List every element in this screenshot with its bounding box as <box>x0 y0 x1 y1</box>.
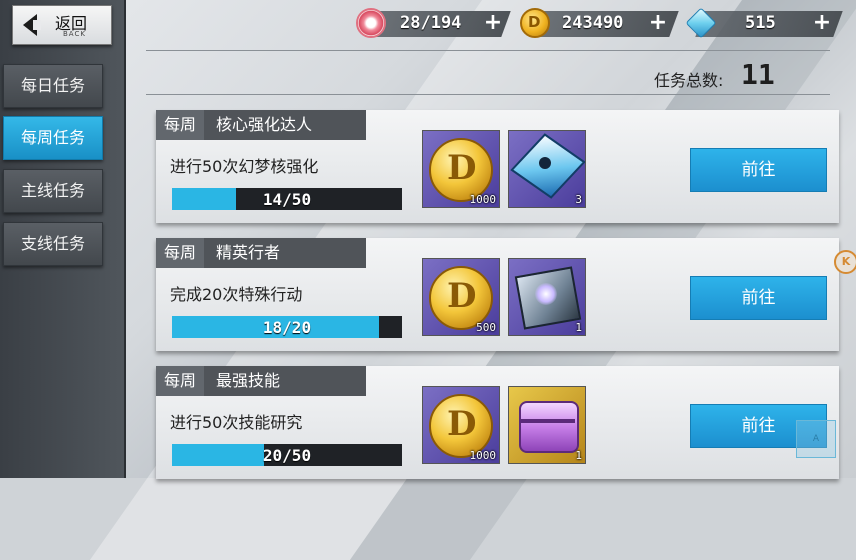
task-description: 进行50次幻梦核强化 <box>170 157 319 176</box>
ticket-add-button[interactable]: + <box>481 10 505 36</box>
coin-add-button[interactable]: + <box>646 10 670 36</box>
side-badge-button[interactable]: K <box>834 250 856 274</box>
task-progress-text: 18/20 <box>262 318 312 337</box>
task-tag-bar: 每周 精英行者 <box>156 238 366 268</box>
reward-count: 1 <box>575 449 582 462</box>
corner-button[interactable]: A <box>796 420 836 458</box>
divider-top <box>146 50 830 51</box>
reward-slot[interactable]: 3 <box>508 130 586 208</box>
task-total-value: 11 <box>741 58 775 91</box>
sidebar-item-weekly[interactable]: 每周任务 <box>3 116 103 160</box>
task-progress-text: 20/50 <box>262 446 312 465</box>
back-button[interactable]: 返回 BACK <box>12 5 112 45</box>
task-card: 每周 精英行者 完成20次特殊行动 18/20 D 500 1 前往 <box>156 238 839 351</box>
back-sub-label: BACK <box>63 30 86 38</box>
reward-slot[interactable]: 1 <box>508 258 586 336</box>
reward-count: 500 <box>476 321 496 334</box>
task-tag: 每周 <box>156 366 204 396</box>
reward-slot[interactable]: D 1000 <box>422 130 500 208</box>
task-card: 每周 最强技能 进行50次技能研究 20/50 D 1000 1 前往 <box>156 366 839 479</box>
divider-mid <box>146 94 830 95</box>
task-name: 最强技能 <box>216 371 281 390</box>
task-tag-bar: 每周 核心强化达人 <box>156 110 366 140</box>
reward-count: 1000 <box>469 193 497 206</box>
task-description: 进行50次技能研究 <box>170 413 303 432</box>
go-button[interactable]: 前往 <box>690 276 827 320</box>
task-progress-bar: 18/20 <box>172 316 402 338</box>
ticket-value: 28/194 <box>400 13 462 33</box>
task-tag-bar: 每周 最强技能 <box>156 366 366 396</box>
crystal-value: 515 <box>745 13 776 33</box>
reward-count: 3 <box>575 193 582 206</box>
task-name: 精英行者 <box>216 243 281 262</box>
reward-count: 1 <box>575 321 582 334</box>
sidebar-item-daily[interactable]: 每日任务 <box>3 64 103 108</box>
reward-slot[interactable]: 1 <box>508 386 586 464</box>
reward-slot[interactable]: D 1000 <box>422 386 500 464</box>
task-description: 完成20次特殊行动 <box>170 285 303 304</box>
purple-chest-icon <box>519 401 579 453</box>
go-button[interactable]: 前往 <box>690 148 827 192</box>
task-tag: 每周 <box>156 110 204 140</box>
ticket-icon <box>356 8 386 38</box>
sidebar-item-main[interactable]: 主线任务 <box>3 169 103 213</box>
task-tag: 每周 <box>156 238 204 268</box>
reward-slot[interactable]: D 500 <box>422 258 500 336</box>
task-progress-text: 14/50 <box>262 190 312 209</box>
task-progress-bar: 20/50 <box>172 444 402 466</box>
task-name: 核心强化达人 <box>216 115 313 134</box>
sidebar: 返回 BACK 每日任务 每周任务 主线任务 支线任务 <box>0 0 126 478</box>
coin-value: 243490 <box>562 13 624 33</box>
task-total-label: 任务总数: <box>654 71 724 90</box>
sidebar-item-side[interactable]: 支线任务 <box>3 222 103 266</box>
reward-count: 1000 <box>469 449 497 462</box>
task-card: 每周 核心强化达人 进行50次幻梦核强化 14/50 D 1000 3 前往 <box>156 110 839 223</box>
crystal-add-button[interactable]: + <box>810 10 834 36</box>
coin-icon: D <box>520 8 550 38</box>
task-progress-bar: 14/50 <box>172 188 402 210</box>
